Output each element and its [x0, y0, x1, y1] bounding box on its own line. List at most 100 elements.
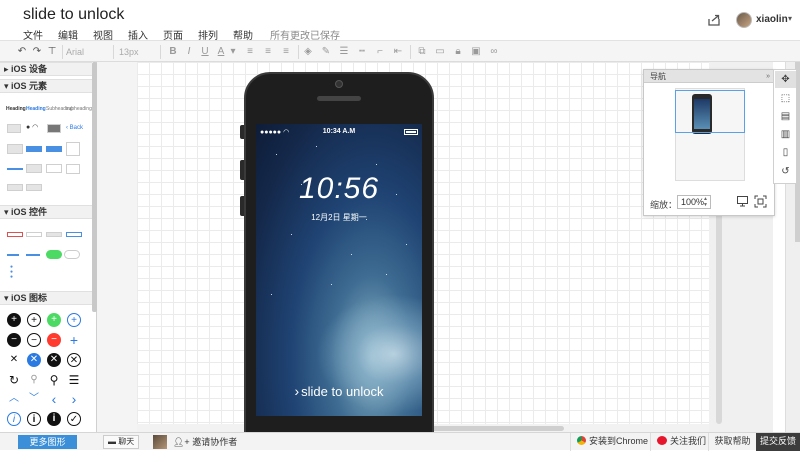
- zoom-stepper-icon[interactable]: ▲ ▼: [703, 196, 708, 208]
- canvas-vertical-scrollbar[interactable]: [716, 190, 722, 424]
- close-circle-icon[interactable]: ✕: [67, 353, 81, 367]
- shape-style-icon[interactable]: ⬚: [779, 92, 792, 105]
- submit-feedback-button[interactable]: 提交反馈: [756, 433, 800, 451]
- refresh-icon[interactable]: ↻: [7, 373, 21, 387]
- shape-segment-b[interactable]: [26, 146, 42, 152]
- info-filled-icon[interactable]: i: [47, 412, 61, 426]
- chevron-right-icon[interactable]: ›: [67, 392, 81, 406]
- minus-red-icon[interactable]: −: [47, 333, 61, 347]
- collaborator-avatar[interactable]: [153, 435, 167, 449]
- shape-red-button[interactable]: [7, 232, 23, 237]
- fit-page-icon[interactable]: [754, 195, 767, 208]
- font-family-select[interactable]: Arial: [66, 45, 108, 59]
- shape-card[interactable]: [66, 164, 80, 174]
- format-painter-icon[interactable]: ⊤: [46, 45, 58, 59]
- follow-us-button[interactable]: 关注我们: [650, 433, 708, 451]
- navigator-header[interactable]: 导航 »: [644, 70, 774, 83]
- font-color-button[interactable]: A: [216, 45, 226, 59]
- italic-button[interactable]: I: [184, 45, 194, 59]
- line-style-icon[interactable]: ┅: [356, 45, 368, 59]
- menu-icon[interactable]: ☰: [67, 373, 81, 387]
- plus-blue-circle-icon[interactable]: +: [67, 313, 81, 327]
- more-shapes-button[interactable]: 更多图形: [18, 435, 77, 449]
- align-center-icon[interactable]: ≡: [262, 45, 274, 59]
- fit-width-icon[interactable]: [736, 195, 749, 208]
- shape-camera[interactable]: [47, 124, 61, 133]
- close-icon[interactable]: ✕: [7, 353, 21, 367]
- shape-slider-control[interactable]: [26, 254, 40, 256]
- line-color-icon[interactable]: ✎: [320, 45, 332, 59]
- close-blue-circle-icon[interactable]: ✕: [27, 353, 41, 367]
- group-icon[interactable]: ▣: [470, 45, 482, 59]
- undo-icon[interactable]: ↶: [16, 45, 28, 59]
- chevron-down-icon[interactable]: ﹀: [27, 392, 41, 406]
- username[interactable]: xiaolin: [756, 14, 788, 25]
- font-size-select[interactable]: 13px: [119, 45, 155, 59]
- navigator-icon[interactable]: ✥: [779, 73, 792, 86]
- shape-bar-a[interactable]: [7, 184, 23, 191]
- search-icon[interactable]: ⚲: [47, 373, 61, 387]
- section-ios-controls[interactable]: ▾ iOS 控件: [0, 205, 92, 219]
- shape-textfield[interactable]: [46, 164, 62, 173]
- close-circle-filled-icon[interactable]: ✕: [47, 353, 61, 367]
- align-right-icon[interactable]: ≡: [280, 45, 292, 59]
- connector-icon[interactable]: ⌐: [374, 45, 386, 59]
- chevron-left-icon[interactable]: ‹: [47, 392, 61, 406]
- minus-circle-icon[interactable]: −: [27, 333, 41, 347]
- chat-button[interactable]: ▬ 聊天: [103, 435, 139, 449]
- info-blue-icon[interactable]: i: [7, 412, 21, 426]
- collapse-icon[interactable]: »: [766, 70, 770, 83]
- bold-button[interactable]: B: [168, 45, 178, 59]
- plus-circle-filled-icon[interactable]: +: [7, 313, 21, 327]
- navigator-viewport[interactable]: [675, 90, 745, 133]
- shape-frame[interactable]: [66, 142, 80, 156]
- shape-back-button[interactable]: ‹ Back: [66, 125, 83, 131]
- arrow-start-icon[interactable]: ⇤: [392, 45, 404, 59]
- data-icon[interactable]: ▥: [779, 128, 792, 141]
- shape-slider[interactable]: [7, 168, 23, 170]
- chevron-down-icon[interactable]: ▾: [788, 14, 792, 23]
- chevron-up-icon[interactable]: ︿: [7, 392, 21, 406]
- redo-icon[interactable]: ↷: [31, 45, 43, 59]
- shape-heading[interactable]: Heading: [6, 106, 26, 112]
- invite-collaborator-button[interactable]: 👤︎+ 邀请协作者: [173, 436, 237, 448]
- info-circle-icon[interactable]: i: [27, 412, 41, 426]
- align-shapes-icon[interactable]: ▭: [434, 45, 446, 59]
- install-chrome-button[interactable]: 安装到Chrome: [570, 433, 650, 451]
- shape-blue-button[interactable]: [66, 232, 82, 237]
- shape-cancel-button[interactable]: [26, 232, 42, 237]
- share-icon[interactable]: [707, 13, 721, 27]
- shape-gray-button[interactable]: [46, 232, 62, 237]
- document-title[interactable]: slide to unlock: [23, 6, 124, 24]
- fill-color-icon[interactable]: ◈: [302, 45, 314, 59]
- shape-dot-wifi[interactable]: ● ◠: [26, 123, 38, 131]
- shape-toggle-on[interactable]: [46, 250, 62, 259]
- line-width-icon[interactable]: ☰: [338, 45, 350, 59]
- shape-heading-blue[interactable]: Heading: [26, 106, 46, 112]
- shape-stepper-vertical[interactable]: ● ● ●: [10, 265, 13, 280]
- canvas-horizontal-scrollbar[interactable]: [414, 426, 564, 431]
- arrange-front-icon[interactable]: ⧉: [416, 45, 428, 59]
- shape-subheading-small[interactable]: subheading: [66, 106, 92, 112]
- plus-circle-icon[interactable]: +: [27, 313, 41, 327]
- shape-tab[interactable]: [26, 164, 42, 173]
- plus-blue-icon[interactable]: +: [67, 333, 81, 347]
- slide-to-unlock-label[interactable]: › slide to unlock: [256, 383, 422, 399]
- user-avatar[interactable]: [736, 12, 752, 28]
- lock-icon[interactable]: 🔒︎: [452, 45, 464, 59]
- plus-green-icon[interactable]: +: [47, 313, 61, 327]
- page-icon[interactable]: ▯: [779, 146, 792, 159]
- shape-toggle-off[interactable]: [64, 250, 80, 259]
- underline-button[interactable]: U: [200, 45, 210, 59]
- align-left-icon[interactable]: ≡: [244, 45, 256, 59]
- shape-gray-block[interactable]: [7, 124, 21, 133]
- chevron-down-icon[interactable]: ▾: [230, 45, 236, 59]
- history-icon[interactable]: ↺: [779, 165, 792, 178]
- shape-progress[interactable]: [7, 254, 19, 256]
- section-ios-elements[interactable]: ▾ iOS 元素: [0, 79, 92, 93]
- search-small-icon[interactable]: ⚲: [27, 373, 41, 387]
- get-help-button[interactable]: 获取帮助: [708, 433, 756, 451]
- section-ios-icons[interactable]: ▾ iOS 图标: [0, 291, 92, 305]
- minus-circle-filled-icon[interactable]: −: [7, 333, 21, 347]
- shape-bar-b[interactable]: [26, 184, 42, 191]
